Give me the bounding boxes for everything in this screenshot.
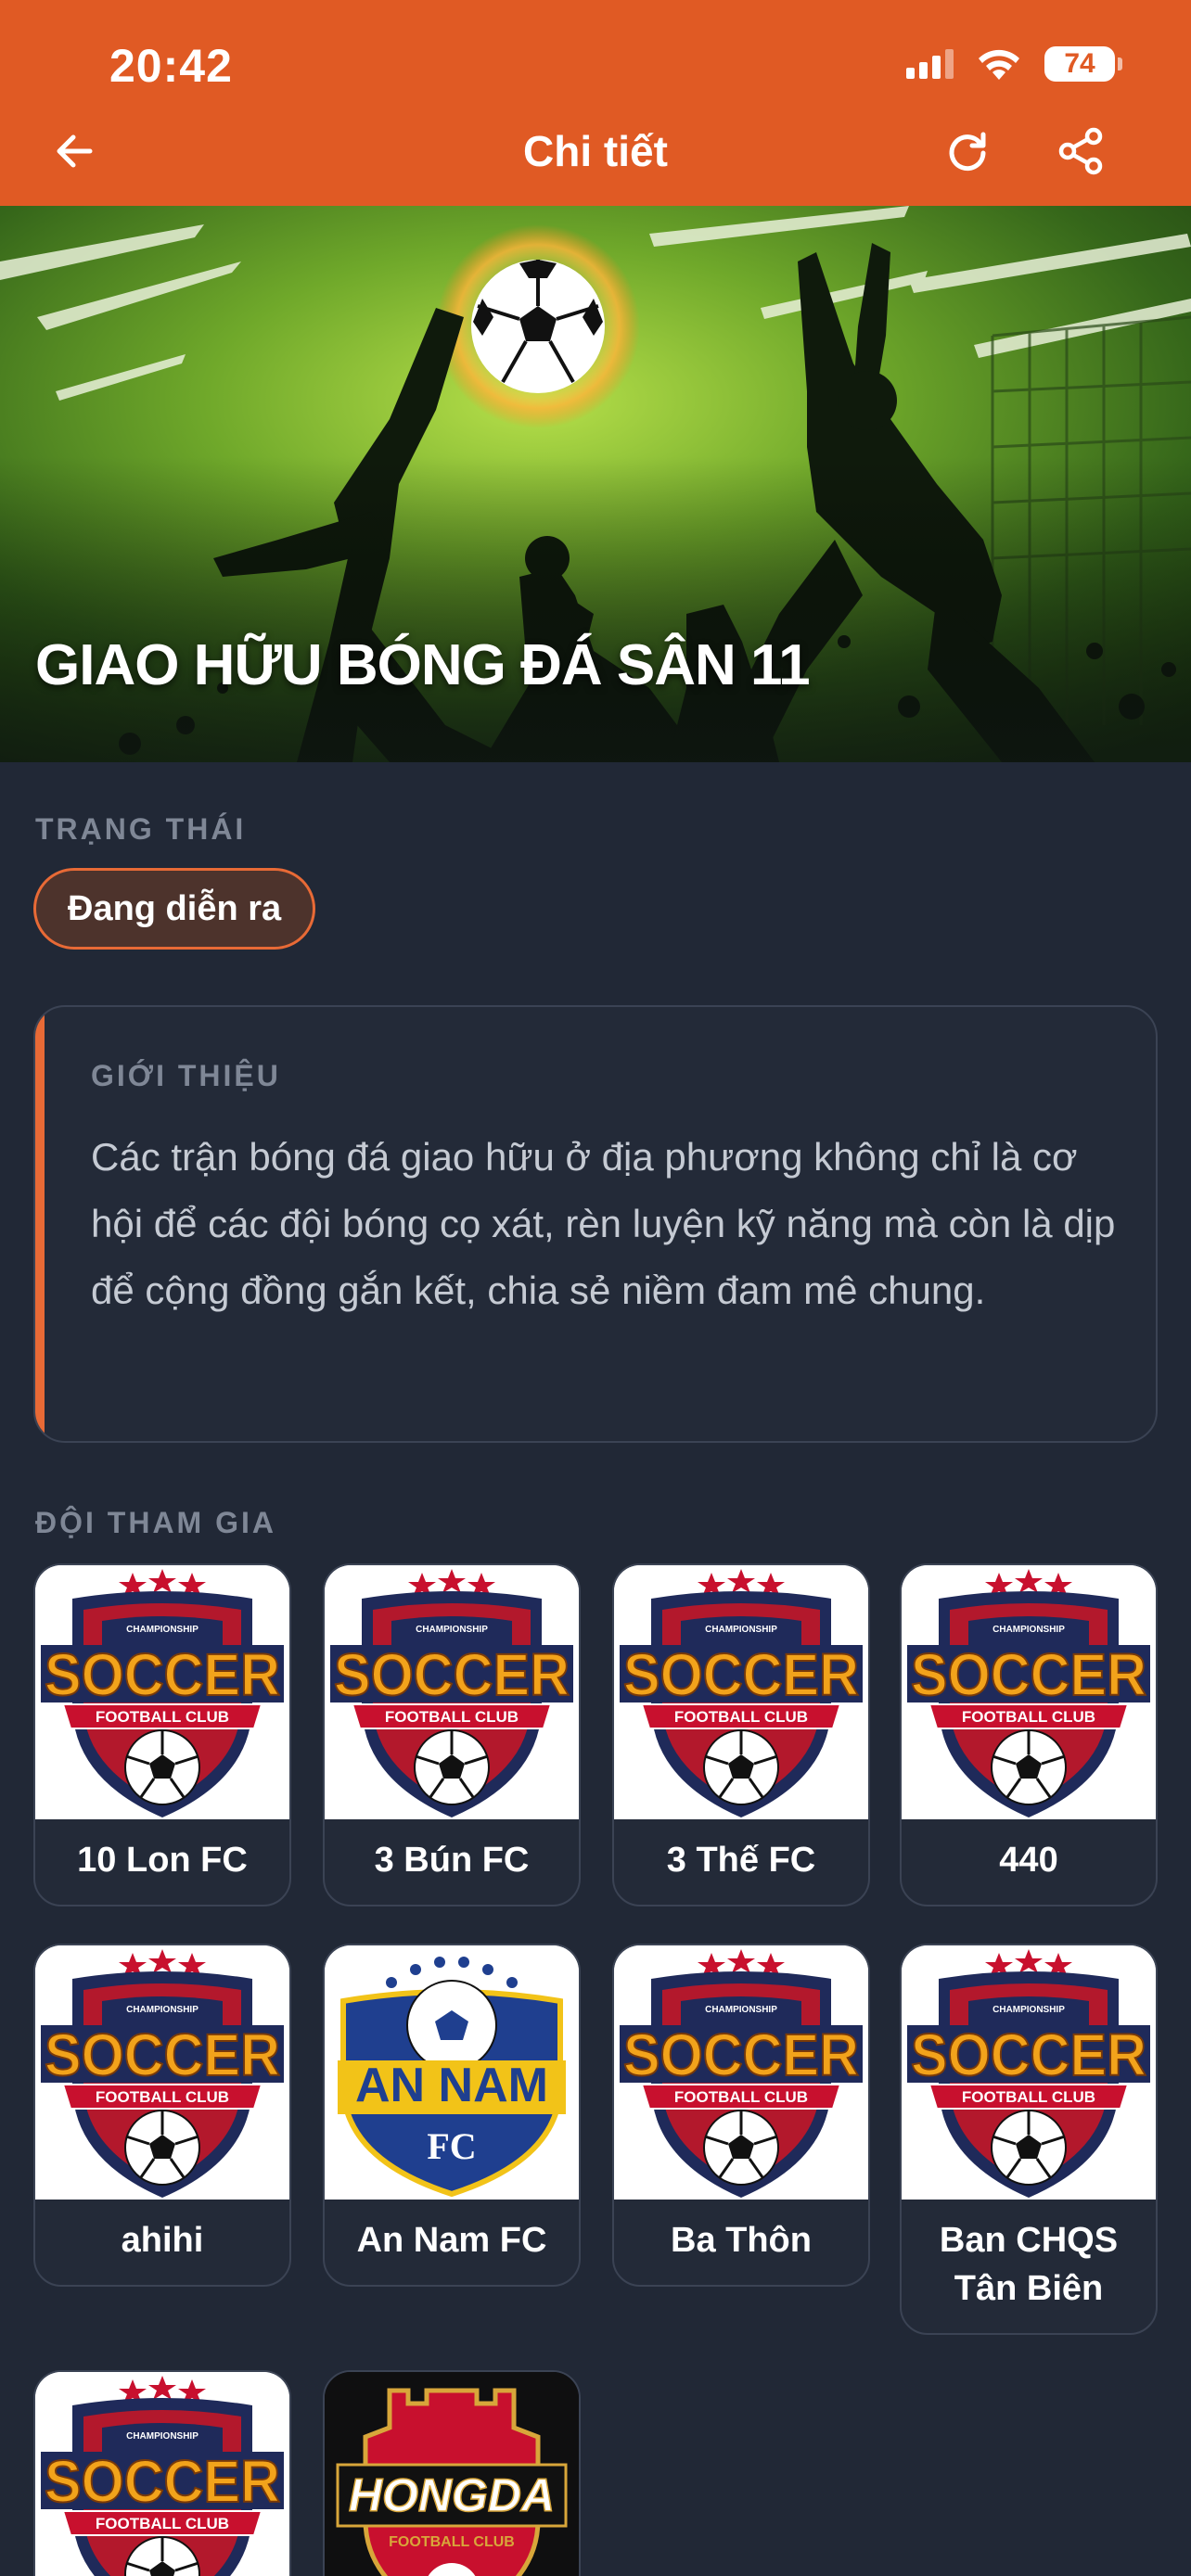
svg-text:SOCCER: SOCCER	[623, 2021, 859, 2088]
svg-text:SOCCER: SOCCER	[45, 1641, 280, 1708]
team-card[interactable]: CHAMPIONSHIP SOCCER FOOTBALL CLUB 3 Thế …	[612, 1563, 870, 1906]
hongda-badge-logo: HONGDA FOOTBALL CLUB	[325, 2372, 579, 2576]
intro-card: GIỚI THIỆU Các trận bóng đá giao hữu ở đ…	[33, 1005, 1158, 1443]
status-label: TRẠNG THÁI	[35, 812, 247, 846]
svg-text:CHAMPIONSHIP: CHAMPIONSHIP	[126, 1625, 198, 1635]
status-time: 20:42	[109, 40, 233, 92]
soccer-badge-logo: CHAMPIONSHIP SOCCER FOOTBALL CLUB	[614, 1945, 868, 2200]
soccer-badge-logo: CHAMPIONSHIP SOCCER FOOTBALL CLUB	[325, 1565, 579, 1819]
wifi-icon	[979, 49, 1019, 80]
svg-text:FOOTBALL CLUB: FOOTBALL CLUB	[385, 1708, 519, 1726]
svg-text:FOOTBALL CLUB: FOOTBALL CLUB	[962, 2088, 1095, 2106]
team-card[interactable]: CHAMPIONSHIP SOCCER FOOTBALL CLUB 10 Lon…	[33, 1563, 291, 1906]
svg-text:FC: FC	[427, 2125, 476, 2167]
team-card[interactable]: CHAMPIONSHIP SOCCER FOOTBALL CLUB ahihi	[33, 1944, 291, 2287]
svg-text:CHAMPIONSHIP: CHAMPIONSHIP	[126, 2005, 198, 2015]
svg-text:FOOTBALL CLUB: FOOTBALL CLUB	[96, 2088, 229, 2106]
team-name: An Nam FC	[356, 2221, 547, 2260]
team-card[interactable]: CHAMPIONSHIP SOCCER FOOTBALL CLUB 440	[900, 1563, 1158, 1906]
intro-accent-bar	[35, 1007, 45, 1441]
team-card[interactable]: CHAMPIONSHIP SOCCER FOOTBALL CLUB 3 Bún …	[323, 1563, 581, 1906]
status-icons: 74	[906, 46, 1122, 82]
svg-text:FOOTBALL CLUB: FOOTBALL CLUB	[962, 1708, 1095, 1726]
svg-text:SOCCER: SOCCER	[45, 2448, 280, 2515]
svg-text:SOCCER: SOCCER	[911, 1641, 1146, 1708]
svg-text:SOCCER: SOCCER	[623, 1641, 859, 1708]
intro-text: Các trận bóng đá giao hữu ở địa phương k…	[91, 1135, 1116, 1312]
soccer-badge-logo: CHAMPIONSHIP SOCCER FOOTBALL CLUB	[35, 2372, 289, 2576]
svg-text:CHAMPIONSHIP: CHAMPIONSHIP	[992, 2005, 1065, 2015]
soccer-badge-logo: CHAMPIONSHIP SOCCER FOOTBALL CLUB	[902, 1565, 1156, 1819]
team-name: 3 Bún FC	[374, 1841, 530, 1880]
share-button[interactable]	[1048, 119, 1113, 184]
intro-label: GIỚI THIỆU	[91, 1059, 281, 1092]
svg-text:SOCCER: SOCCER	[911, 2021, 1146, 2088]
svg-text:FOOTBALL CLUB: FOOTBALL CLUB	[674, 2088, 808, 2106]
team-name: 440	[999, 1841, 1058, 1880]
hero-banner: GIAO HỮU BÓNG ĐÁ SÂN 11	[0, 206, 1191, 762]
team-card[interactable]: AN NAM FC An Nam FC	[323, 1944, 581, 2287]
svg-text:CHAMPIONSHIP: CHAMPIONSHIP	[992, 1625, 1065, 1635]
battery-level: 74	[1064, 48, 1095, 79]
team-name: Ba Thôn	[671, 2221, 812, 2260]
soccer-badge-logo: CHAMPIONSHIP SOCCER FOOTBALL CLUB	[35, 1945, 289, 2200]
battery-icon: 74	[1044, 46, 1122, 82]
teams-label: ĐỘI THAM GIA	[35, 1506, 276, 1539]
soccer-badge-logo: CHAMPIONSHIP SOCCER FOOTBALL CLUB	[614, 1565, 868, 1819]
svg-text:FOOTBALL CLUB: FOOTBALL CLUB	[389, 2534, 515, 2550]
svg-text:AN NAM: AN NAM	[355, 2059, 548, 2112]
an-nam-badge-logo: AN NAM FC	[325, 1945, 579, 2200]
team-card[interactable]: CHAMPIONSHIP SOCCER FOOTBALL CLUB Ba Thô…	[612, 1944, 870, 2287]
header-bar: 20:42 74 Chi tiết	[0, 0, 1191, 206]
svg-text:SOCCER: SOCCER	[334, 1641, 570, 1708]
soccer-badge-logo: CHAMPIONSHIP SOCCER FOOTBALL CLUB	[35, 1565, 289, 1819]
team-card[interactable]: HONGDA FOOTBALL CLUB	[323, 2370, 581, 2576]
app-screen: 20:42 74 Chi tiết GIAO HỮU BÓNG ĐÁ SÂN 1…	[0, 0, 1191, 2576]
svg-text:FOOTBALL CLUB: FOOTBALL CLUB	[96, 1708, 229, 1726]
team-card[interactable]: CHAMPIONSHIP SOCCER FOOTBALL CLUB	[33, 2370, 291, 2576]
soccer-badge-logo: CHAMPIONSHIP SOCCER FOOTBALL CLUB	[902, 1945, 1156, 2200]
refresh-icon	[949, 132, 986, 172]
svg-text:FOOTBALL CLUB: FOOTBALL CLUB	[674, 1708, 808, 1726]
svg-text:CHAMPIONSHIP: CHAMPIONSHIP	[705, 2005, 777, 2015]
event-title: GIAO HỮU BÓNG ĐÁ SÂN 11	[35, 633, 811, 697]
signal-icon	[906, 49, 954, 79]
page-title: Chi tiết	[523, 127, 668, 175]
svg-text:HONGDA: HONGDA	[349, 2469, 555, 2521]
team-name: 3 Thế FC	[666, 1841, 816, 1880]
svg-text:CHAMPIONSHIP: CHAMPIONSHIP	[705, 1625, 777, 1635]
team-card[interactable]: CHAMPIONSHIP SOCCER FOOTBALL CLUB Ban CH…	[900, 1944, 1158, 2335]
team-name: Ban CHQS Tân Biên	[939, 2221, 1119, 2308]
svg-text:CHAMPIONSHIP: CHAMPIONSHIP	[416, 1625, 488, 1635]
share-icon	[1058, 127, 1103, 175]
team-name: ahihi	[121, 2221, 204, 2260]
team-name: 10 Lon FC	[77, 1841, 248, 1880]
refresh-button[interactable]	[935, 119, 1000, 184]
status-badge: Đang diễn ra	[33, 868, 316, 950]
svg-text:CHAMPIONSHIP: CHAMPIONSHIP	[126, 2431, 198, 2442]
svg-text:FOOTBALL CLUB: FOOTBALL CLUB	[96, 2515, 229, 2532]
svg-text:SOCCER: SOCCER	[45, 2021, 280, 2088]
